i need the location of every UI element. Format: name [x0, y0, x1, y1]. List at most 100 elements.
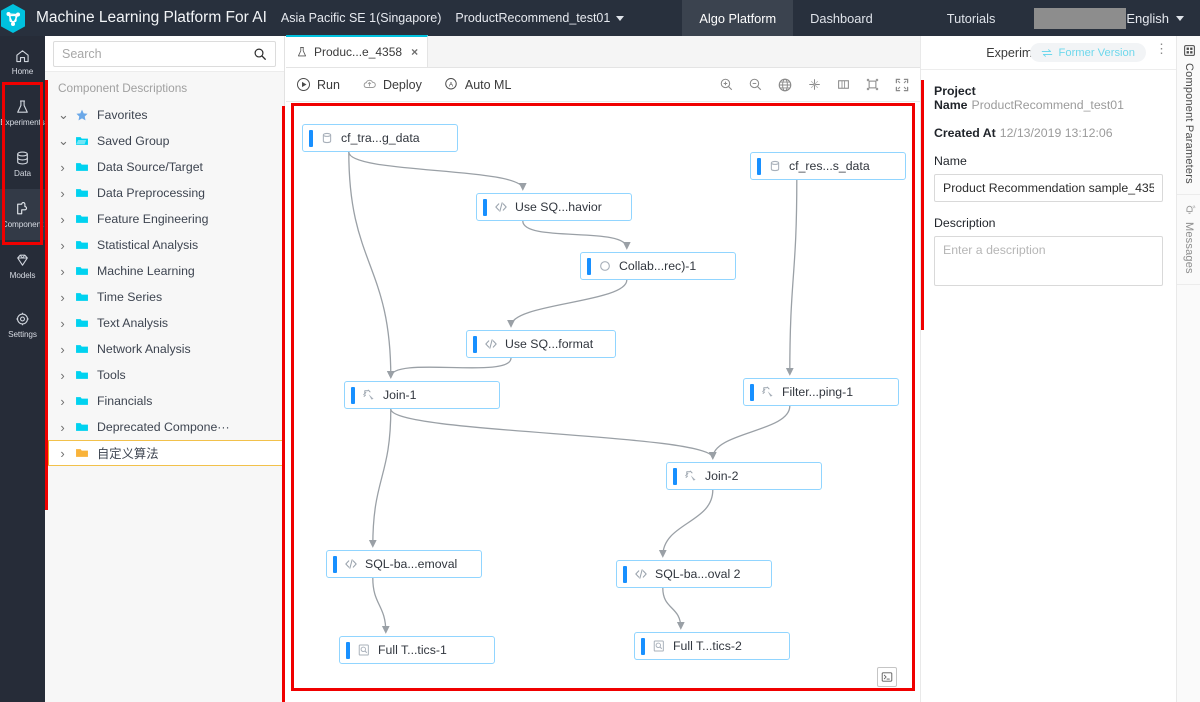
- tree-item-3[interactable]: › Data Preprocessing: [45, 180, 284, 206]
- graph-node[interactable]: Collab...rec)-1: [580, 252, 736, 280]
- language-selector[interactable]: English: [1126, 11, 1184, 26]
- description-textarea[interactable]: [934, 236, 1163, 286]
- chevron-right-icon[interactable]: ›: [58, 212, 67, 227]
- tree-item-label: Deprecated Compone···: [97, 420, 230, 434]
- fullscreen-icon[interactable]: [894, 77, 910, 93]
- graph-node[interactable]: Join-2: [666, 462, 822, 490]
- chevron-down-icon[interactable]: ⌄: [58, 107, 69, 123]
- chevron-right-icon[interactable]: ›: [58, 420, 67, 435]
- tree-item-2[interactable]: › Data Source/Target: [45, 154, 284, 180]
- tree-item-9[interactable]: › Network Analysis: [45, 336, 284, 362]
- nav-algo-platform[interactable]: Algo Platform: [682, 0, 794, 36]
- sidebar-item-data[interactable]: Data: [0, 138, 45, 189]
- tab-component-parameters[interactable]: Component Parameters: [1177, 36, 1200, 195]
- close-icon[interactable]: ×: [411, 45, 418, 59]
- folder-icon: [75, 342, 89, 356]
- tab-messages[interactable]: Messages: [1177, 195, 1200, 285]
- chevron-right-icon[interactable]: ›: [58, 290, 67, 305]
- tree-item-11[interactable]: › Financials: [45, 388, 284, 414]
- tree-item-6[interactable]: › Machine Learning: [45, 258, 284, 284]
- graph-edge: [390, 408, 717, 460]
- name-field-label: Name: [934, 154, 967, 168]
- sidebar-item-component[interactable]: Component: [0, 189, 45, 240]
- nav-tutorials[interactable]: Tutorials: [930, 0, 1013, 36]
- chevron-right-icon[interactable]: ›: [58, 368, 67, 383]
- folder-icon: [75, 186, 89, 200]
- console-toggle-button[interactable]: [877, 667, 897, 687]
- zoom-in-icon[interactable]: [719, 77, 734, 92]
- diamond-icon: [17, 254, 28, 266]
- run-button[interactable]: Run: [296, 77, 340, 92]
- sidebar-item-home[interactable]: Home: [0, 36, 45, 87]
- chevron-right-icon[interactable]: ›: [58, 186, 67, 201]
- code-icon: [635, 569, 647, 579]
- sidebar-item-models[interactable]: Models: [0, 240, 45, 291]
- tree-item-7[interactable]: › Time Series: [45, 284, 284, 310]
- name-input[interactable]: [934, 174, 1163, 202]
- search-input[interactable]: [62, 46, 253, 61]
- chevron-right-icon[interactable]: ›: [58, 316, 67, 331]
- tree-item-12[interactable]: › Deprecated Compone···: [45, 414, 284, 440]
- auto-ml-button[interactable]: A Auto ML: [444, 77, 511, 92]
- tree-item-label: Feature Engineering: [97, 212, 209, 226]
- former-version-label: Former Version: [1058, 46, 1135, 59]
- chevron-right-icon[interactable]: ›: [58, 264, 67, 279]
- join-icon: [685, 470, 696, 481]
- zoom-out-icon[interactable]: [748, 77, 763, 92]
- search-icon[interactable]: [253, 47, 267, 61]
- center-icon[interactable]: [807, 77, 822, 92]
- tree-item-8[interactable]: › Text Analysis: [45, 310, 284, 336]
- top-header-bar: Machine Learning Platform For AI Asia Pa…: [0, 0, 1200, 36]
- graph-node[interactable]: Use SQ...havior: [476, 193, 632, 221]
- graph-node[interactable]: Full T...tics-1: [339, 636, 495, 664]
- graph-node[interactable]: Filter...ping-1: [743, 378, 899, 406]
- more-options-icon[interactable]: ⋮: [1155, 42, 1168, 55]
- node-accent-bar: [346, 641, 350, 659]
- platform-logo[interactable]: [0, 0, 26, 36]
- experiment-canvas[interactable]: cf_tra...g_data cf_res...s_data Use SQ...h…: [286, 102, 920, 702]
- created-at-label: Created At: [934, 126, 996, 140]
- tree-item-13[interactable]: › 自定义算法: [45, 440, 284, 466]
- tree-item-0[interactable]: ⌄ Favorites: [45, 102, 284, 128]
- folder-icon: [75, 264, 89, 278]
- node-accent-bar: [309, 129, 313, 147]
- graph-node[interactable]: Join-1: [344, 381, 500, 409]
- tree-item-label: Data Source/Target: [97, 160, 203, 174]
- chevron-right-icon[interactable]: ›: [58, 342, 67, 357]
- search-box[interactable]: [53, 40, 276, 67]
- tree-item-label: Text Analysis: [97, 316, 169, 330]
- tree-item-4[interactable]: › Feature Engineering: [45, 206, 284, 232]
- chevron-right-icon[interactable]: ›: [58, 238, 67, 253]
- select-area-icon[interactable]: [865, 77, 880, 92]
- tree-item-1[interactable]: ⌄ Saved Group: [45, 128, 284, 154]
- project-selector[interactable]: ProductRecommend_test01: [455, 11, 625, 25]
- chevron-right-icon[interactable]: ›: [58, 394, 67, 409]
- sidebar-item-label: Experiments: [0, 117, 45, 127]
- graph-node-label: SQL-ba...emoval: [365, 557, 458, 571]
- right-tab-strip: Component Parameters Messages: [1176, 36, 1200, 702]
- chevron-down-icon[interactable]: ⌄: [58, 133, 69, 149]
- chevron-right-icon[interactable]: ›: [58, 160, 67, 175]
- fit-globe-icon[interactable]: [777, 77, 793, 93]
- tree-item-10[interactable]: › Tools: [45, 362, 284, 388]
- graph-node-label: Join-2: [705, 469, 739, 483]
- code-icon: [345, 559, 357, 569]
- graph-node[interactable]: Full T...tics-2: [634, 632, 790, 660]
- sidebar-item-experiments[interactable]: Experiments: [0, 87, 45, 138]
- node-accent-bar: [473, 335, 477, 353]
- former-version-button[interactable]: Former Version: [1029, 43, 1146, 62]
- graph-node[interactable]: SQL-ba...emoval: [326, 550, 482, 578]
- node-accent-bar: [673, 467, 677, 485]
- layout-icon[interactable]: [836, 77, 851, 92]
- graph-node[interactable]: SQL-ba...oval 2: [616, 560, 772, 588]
- graph-node[interactable]: cf_res...s_data: [750, 152, 906, 180]
- description-field-label: Description: [934, 216, 996, 230]
- graph-node[interactable]: Use SQ...format: [466, 330, 616, 358]
- chevron-right-icon[interactable]: ›: [58, 446, 67, 461]
- nav-dashboard[interactable]: Dashboard: [793, 0, 890, 36]
- graph-node[interactable]: cf_tra...g_data: [302, 124, 458, 152]
- deploy-button[interactable]: Deploy: [362, 77, 422, 92]
- tree-item-5[interactable]: › Statistical Analysis: [45, 232, 284, 258]
- sidebar-item-settings[interactable]: Settings: [0, 299, 45, 350]
- editor-tab-experiment[interactable]: Produc...e_4358 ×: [286, 35, 429, 67]
